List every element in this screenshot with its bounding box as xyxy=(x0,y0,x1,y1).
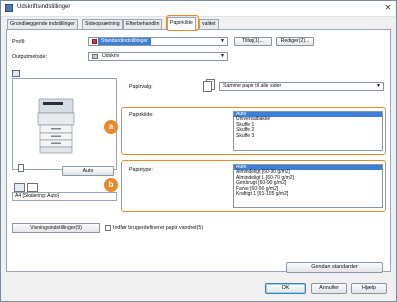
paper-type-list[interactable]: Auto Almindeligt [60-90 g/m2] Almindelig… xyxy=(233,164,383,208)
ok-button[interactable]: OK xyxy=(265,283,306,294)
custom-paper-checkbox[interactable] xyxy=(105,225,111,231)
edit-profile-button[interactable]: Rediger(2)... xyxy=(276,37,314,46)
view-settings-button[interactable]: Visningsindstillinger(9) xyxy=(12,223,100,233)
paper-select-value: Samme papir til alle sider xyxy=(223,83,282,89)
output-method-select[interactable]: Udskriv ▼ xyxy=(88,52,228,61)
page-icon xyxy=(18,164,24,172)
close-icon[interactable]: ✕ xyxy=(383,3,393,13)
tab-basic-settings[interactable]: Grundlæggende indstillinger xyxy=(7,19,78,29)
chevron-down-icon: ▼ xyxy=(220,53,225,59)
cancel-button[interactable]: Annuller xyxy=(311,283,347,294)
callout-badge-a: a xyxy=(104,120,118,134)
callout-badge-b: b xyxy=(104,178,118,192)
output-method-label: Outputmetode: xyxy=(12,54,48,60)
tab-page-setup[interactable]: Sideopsætning xyxy=(82,19,123,29)
window-title: Udskriftsindstillinger xyxy=(17,4,71,10)
profile-label: Profil: xyxy=(12,39,26,45)
profile-select[interactable]: Standardindstillinger ▼ xyxy=(88,37,228,46)
tab-finishing[interactable]: Efterbehandlin xyxy=(123,19,163,29)
view-toggle-icon[interactable] xyxy=(14,183,25,192)
printer-icon xyxy=(92,54,98,59)
auto-button[interactable]: Auto xyxy=(62,166,114,176)
add-profile-button[interactable]: Tilføj(1)... xyxy=(234,37,272,46)
tab-highlight-box xyxy=(166,15,199,31)
help-button[interactable]: Hjælp xyxy=(351,283,387,294)
list-item[interactable]: Skuffe 3 xyxy=(234,133,382,139)
paper-type-label: Papirtype: xyxy=(129,167,153,173)
chevron-down-icon: ▼ xyxy=(220,38,225,44)
preview-status: A4 [Skalering: Auto] xyxy=(12,192,117,201)
paper-stack-icon xyxy=(202,79,216,93)
output-method-value: Udskriv xyxy=(102,53,120,59)
printer-illustration xyxy=(37,98,75,154)
paper-select-dropdown[interactable]: Samme papir til alle sider ▼ xyxy=(219,82,384,91)
printer-app-icon xyxy=(5,4,13,12)
restore-defaults-button[interactable]: Gendan standarder xyxy=(286,262,383,273)
list-item[interactable]: Kraftigt 1 [91-105 g/m2] xyxy=(234,191,382,197)
paper-source-list[interactable]: Auto Universalbakke Skuffe 1 Skuffe 2 Sk… xyxy=(233,111,383,151)
paper-select-label: Papirvalg: xyxy=(129,84,153,90)
preview-toggle-icon[interactable] xyxy=(12,70,20,77)
profile-icon xyxy=(92,39,97,44)
custom-paper-checkbox-label: Indfør brugerdefineret papir vandret(5) xyxy=(113,225,204,231)
duplex-view-icon[interactable] xyxy=(27,183,38,192)
profile-value: Standardindstillinger xyxy=(98,38,152,45)
tab-quality[interactable]: valitet xyxy=(199,19,219,29)
chevron-down-icon: ▼ xyxy=(376,83,381,89)
paper-source-label: Papirkilde: xyxy=(129,112,154,118)
